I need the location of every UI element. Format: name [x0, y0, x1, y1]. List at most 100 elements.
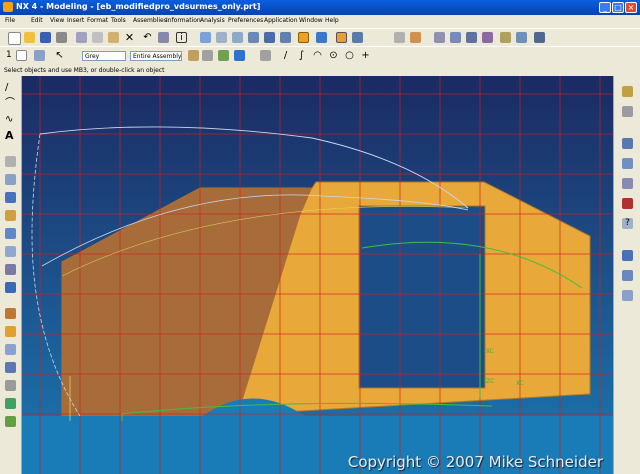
layer-visibility-icon[interactable]	[34, 50, 45, 61]
pattern-icon[interactable]	[5, 362, 16, 373]
selection-filter-combo[interactable]: Entire Assembly	[130, 51, 182, 61]
layer-settings-icon[interactable]	[352, 32, 363, 43]
block-icon[interactable]	[5, 192, 16, 203]
circle-center-icon[interactable]: ⊙	[328, 50, 339, 61]
menu-information[interactable]: Information	[166, 17, 201, 24]
measure-angle-icon[interactable]	[450, 32, 461, 43]
menu-insert[interactable]: Insert	[67, 17, 84, 24]
trim-body-icon[interactable]	[5, 264, 16, 275]
menu-analysis[interactable]: Analysis	[200, 17, 225, 24]
datum-plane-icon[interactable]	[5, 174, 16, 185]
orient-view-icon[interactable]	[280, 32, 291, 43]
work-layer-box-icon[interactable]	[16, 50, 27, 61]
zoom-in-out-icon[interactable]	[248, 32, 259, 43]
menu-window[interactable]: Window	[299, 17, 323, 24]
line-tool-icon[interactable]: /	[5, 82, 16, 93]
system-materials-icon[interactable]	[622, 158, 633, 169]
section-view-icon[interactable]	[466, 32, 477, 43]
window-cutout	[358, 205, 486, 389]
copyright-watermark: Copyright © 2007 Mike Schneider	[347, 453, 603, 471]
render-style-icon[interactable]	[316, 32, 327, 43]
arc-icon[interactable]: ◠	[312, 50, 323, 61]
line-icon[interactable]: /	[280, 50, 291, 61]
subtract-icon[interactable]	[5, 416, 16, 427]
information-icon[interactable]: i	[176, 32, 187, 43]
menu-application[interactable]: Application	[264, 17, 298, 24]
menu-assemblies[interactable]: Assemblies	[133, 17, 167, 24]
resource-bar: ?	[613, 76, 640, 474]
web-browser-icon[interactable]	[622, 250, 633, 261]
spline-icon[interactable]: ∫	[296, 50, 307, 61]
undo-icon[interactable]: ↶	[142, 32, 153, 43]
quick-pick-icon[interactable]	[234, 50, 245, 61]
edge-blend-icon[interactable]	[5, 308, 16, 319]
menu-bar: File Edit View Insert Format Tools Assem…	[0, 15, 640, 28]
minimize-button[interactable]: _	[599, 2, 611, 13]
extrude-icon[interactable]	[410, 32, 421, 43]
cylinder-icon[interactable]	[5, 210, 16, 221]
menu-format[interactable]: Format	[87, 17, 108, 24]
pan-icon[interactable]	[232, 32, 243, 43]
select-all-icon[interactable]	[202, 50, 213, 61]
cone-icon[interactable]	[5, 228, 16, 239]
select-arrow-icon[interactable]: ↖	[54, 50, 65, 61]
arc-tool-icon[interactable]: ⌒	[5, 98, 16, 109]
print-icon[interactable]	[56, 32, 67, 43]
mirror-icon[interactable]	[5, 380, 16, 391]
snap-point-icon[interactable]	[218, 50, 229, 61]
fit-icon[interactable]	[200, 32, 211, 43]
sketch-tool-icon[interactable]	[5, 156, 16, 167]
text-tool-icon[interactable]: A	[5, 130, 16, 141]
shell-icon[interactable]	[5, 344, 16, 355]
close-button[interactable]: ×	[625, 2, 637, 13]
history-icon[interactable]	[622, 138, 633, 149]
menu-file[interactable]: File	[5, 17, 15, 24]
circle-icon[interactable]: ○	[344, 50, 355, 61]
menu-view[interactable]: View	[50, 17, 64, 24]
shaded-with-edges-icon[interactable]	[298, 32, 309, 43]
sphere-icon[interactable]	[5, 246, 16, 257]
axis-label-xc-2: XC	[516, 380, 524, 387]
point-constructor-icon[interactable]	[260, 50, 271, 61]
menu-tools[interactable]: Tools	[111, 17, 126, 24]
help-icon[interactable]: ?	[622, 218, 633, 229]
menu-help[interactable]: Help	[325, 17, 339, 24]
zoom-icon[interactable]	[216, 32, 227, 43]
analysis-icon[interactable]	[482, 32, 493, 43]
measure-distance-icon[interactable]	[434, 32, 445, 43]
window-title: NX 4 - Modeling - [eb_modifiedpro_vdsurm…	[16, 2, 261, 11]
save-icon[interactable]	[40, 32, 51, 43]
color-combo[interactable]: Grey	[82, 51, 126, 61]
part-navigator-icon[interactable]	[622, 106, 633, 117]
reuse-library-icon[interactable]	[622, 178, 633, 189]
surface-icon[interactable]	[516, 32, 527, 43]
sketch-icon[interactable]	[394, 32, 405, 43]
menu-preferences[interactable]: Preferences	[228, 17, 263, 24]
extrude-body-icon[interactable]	[5, 282, 16, 293]
graphics-window[interactable]: XC ZC XC Copyright © 2007 Mike Schneider	[22, 76, 613, 474]
delete-icon[interactable]: ✕	[124, 32, 135, 43]
show-hide-icon[interactable]	[336, 32, 347, 43]
repeat-command-icon[interactable]	[158, 32, 169, 43]
display-settings-icon[interactable]	[622, 290, 633, 301]
curve-tool-icon[interactable]: ∿	[5, 114, 16, 125]
unite-icon[interactable]	[5, 398, 16, 409]
maximize-button[interactable]: □	[612, 2, 624, 13]
roles-icon[interactable]	[622, 198, 633, 209]
axis-label-zc: ZC	[486, 378, 495, 385]
assembly-navigator-icon[interactable]	[622, 86, 633, 97]
deviation-icon[interactable]	[534, 32, 545, 43]
standard-toolbar: ✕ ↶ i	[0, 28, 640, 48]
palette-icon[interactable]	[622, 270, 633, 281]
open-icon[interactable]	[24, 32, 35, 43]
curvature-icon[interactable]	[500, 32, 511, 43]
copy-icon[interactable]	[92, 32, 103, 43]
cut-icon[interactable]	[76, 32, 87, 43]
menu-edit[interactable]: Edit	[31, 17, 43, 24]
chamfer-icon[interactable]	[5, 326, 16, 337]
point-icon[interactable]: +	[360, 50, 371, 61]
paste-icon[interactable]	[108, 32, 119, 43]
general-selection-icon[interactable]	[188, 50, 199, 61]
new-icon[interactable]	[8, 32, 21, 45]
rotate-icon[interactable]	[264, 32, 275, 43]
